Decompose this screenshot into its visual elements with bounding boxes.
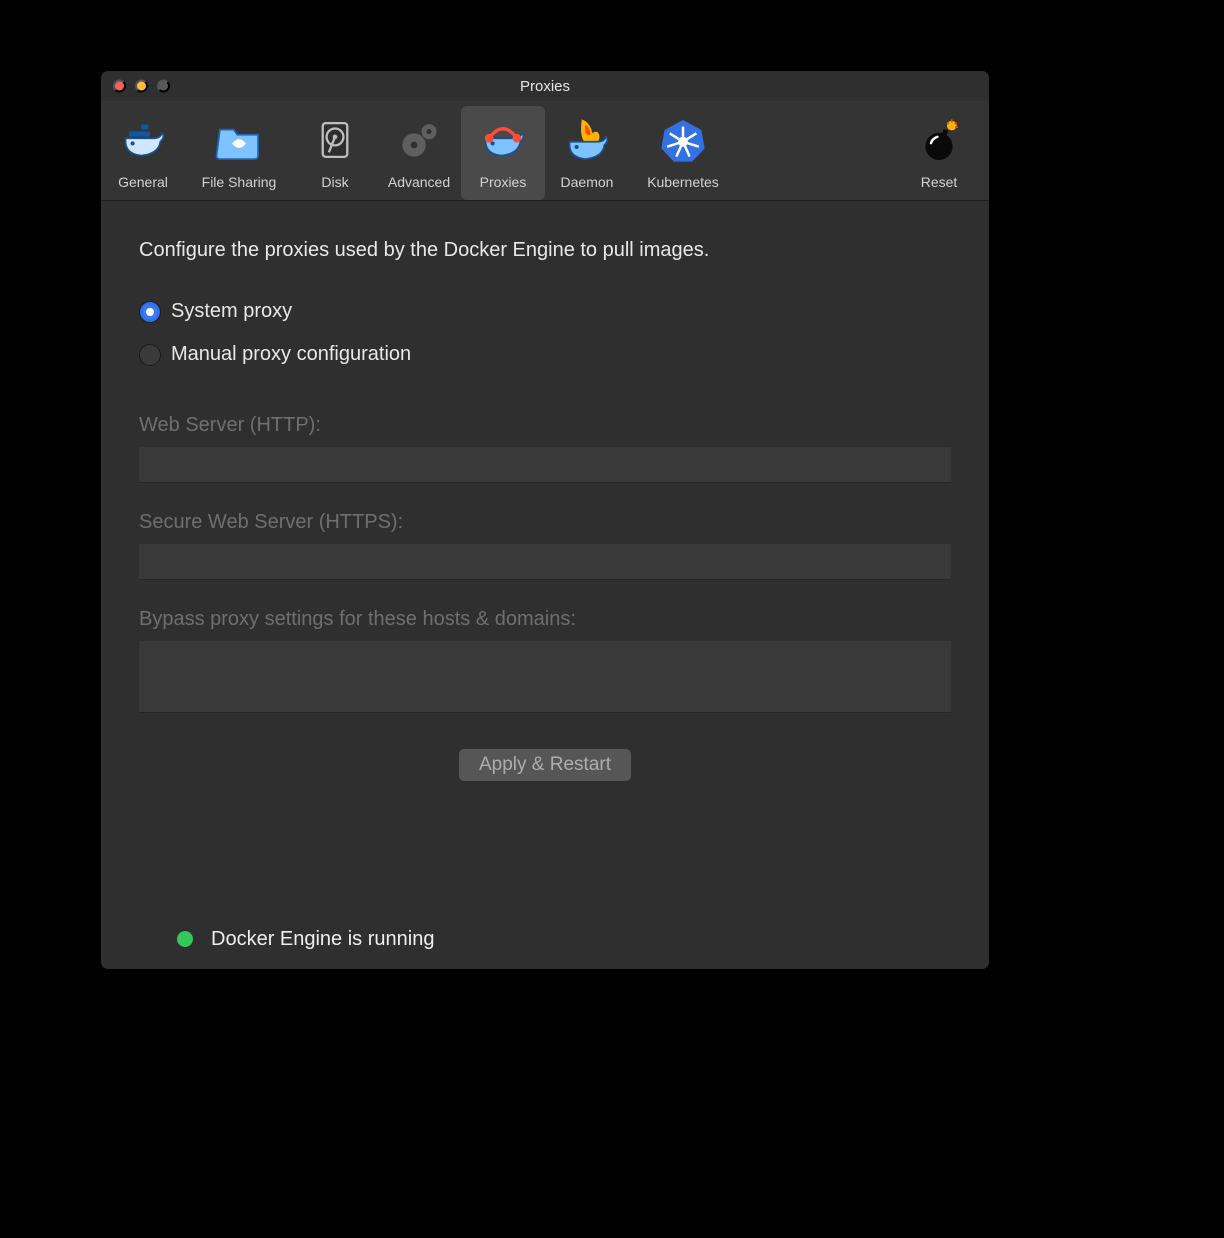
minimize-button[interactable] <box>135 80 148 93</box>
tab-kubernetes[interactable]: Kubernetes <box>629 106 737 200</box>
tab-file-sharing[interactable]: File Sharing <box>185 106 293 200</box>
close-button[interactable] <box>113 80 126 93</box>
status-bar: Docker Engine is running <box>139 909 951 969</box>
disk-icon <box>309 114 361 166</box>
radio-label: System proxy <box>171 300 292 323</box>
kubernetes-icon <box>657 114 709 166</box>
gears-icon <box>393 114 445 166</box>
tab-label: Advanced <box>388 174 450 190</box>
bypass-input[interactable] <box>139 641 951 713</box>
content: Configure the proxies used by the Docker… <box>101 201 989 969</box>
radio-icon <box>139 301 161 323</box>
traffic-lights <box>113 80 170 93</box>
reset-label: Reset <box>921 174 958 190</box>
radio-icon <box>139 344 161 366</box>
https-input[interactable] <box>139 544 951 580</box>
status-dot-icon <box>177 931 193 947</box>
tab-label: Kubernetes <box>647 174 719 190</box>
titlebar: Proxies <box>101 71 989 101</box>
tab-label: File Sharing <box>202 174 277 190</box>
https-label: Secure Web Server (HTTPS): <box>139 511 951 534</box>
http-label: Web Server (HTTP): <box>139 414 951 437</box>
tab-general[interactable]: General <box>101 106 185 200</box>
radio-manual-proxy[interactable]: Manual proxy configuration <box>139 343 951 366</box>
whale-icon <box>117 114 169 166</box>
description-text: Configure the proxies used by the Docker… <box>139 239 951 262</box>
tab-label: General <box>118 174 168 190</box>
reset-button[interactable]: Reset <box>897 106 981 200</box>
radio-label: Manual proxy configuration <box>171 343 411 366</box>
toolbar: General File Sharing Disk <box>101 101 989 201</box>
tab-label: Daemon <box>561 174 614 190</box>
bypass-label: Bypass proxy settings for these hosts & … <box>139 608 951 631</box>
whale-headphones-icon <box>477 114 529 166</box>
apply-restart-button[interactable]: Apply & Restart <box>459 749 631 781</box>
tab-label: Disk <box>321 174 348 190</box>
bomb-icon <box>913 114 965 166</box>
status-text: Docker Engine is running <box>211 928 434 951</box>
preferences-window: Proxies General <box>100 70 990 970</box>
window-title: Proxies <box>520 78 570 95</box>
tab-label: Proxies <box>480 174 527 190</box>
folder-icon <box>213 114 265 166</box>
tab-daemon[interactable]: Daemon <box>545 106 629 200</box>
whale-fire-icon <box>561 114 613 166</box>
tab-proxies[interactable]: Proxies <box>461 106 545 200</box>
http-input[interactable] <box>139 447 951 483</box>
zoom-button[interactable] <box>157 80 170 93</box>
tab-disk[interactable]: Disk <box>293 106 377 200</box>
radio-system-proxy[interactable]: System proxy <box>139 300 951 323</box>
tab-advanced[interactable]: Advanced <box>377 106 461 200</box>
